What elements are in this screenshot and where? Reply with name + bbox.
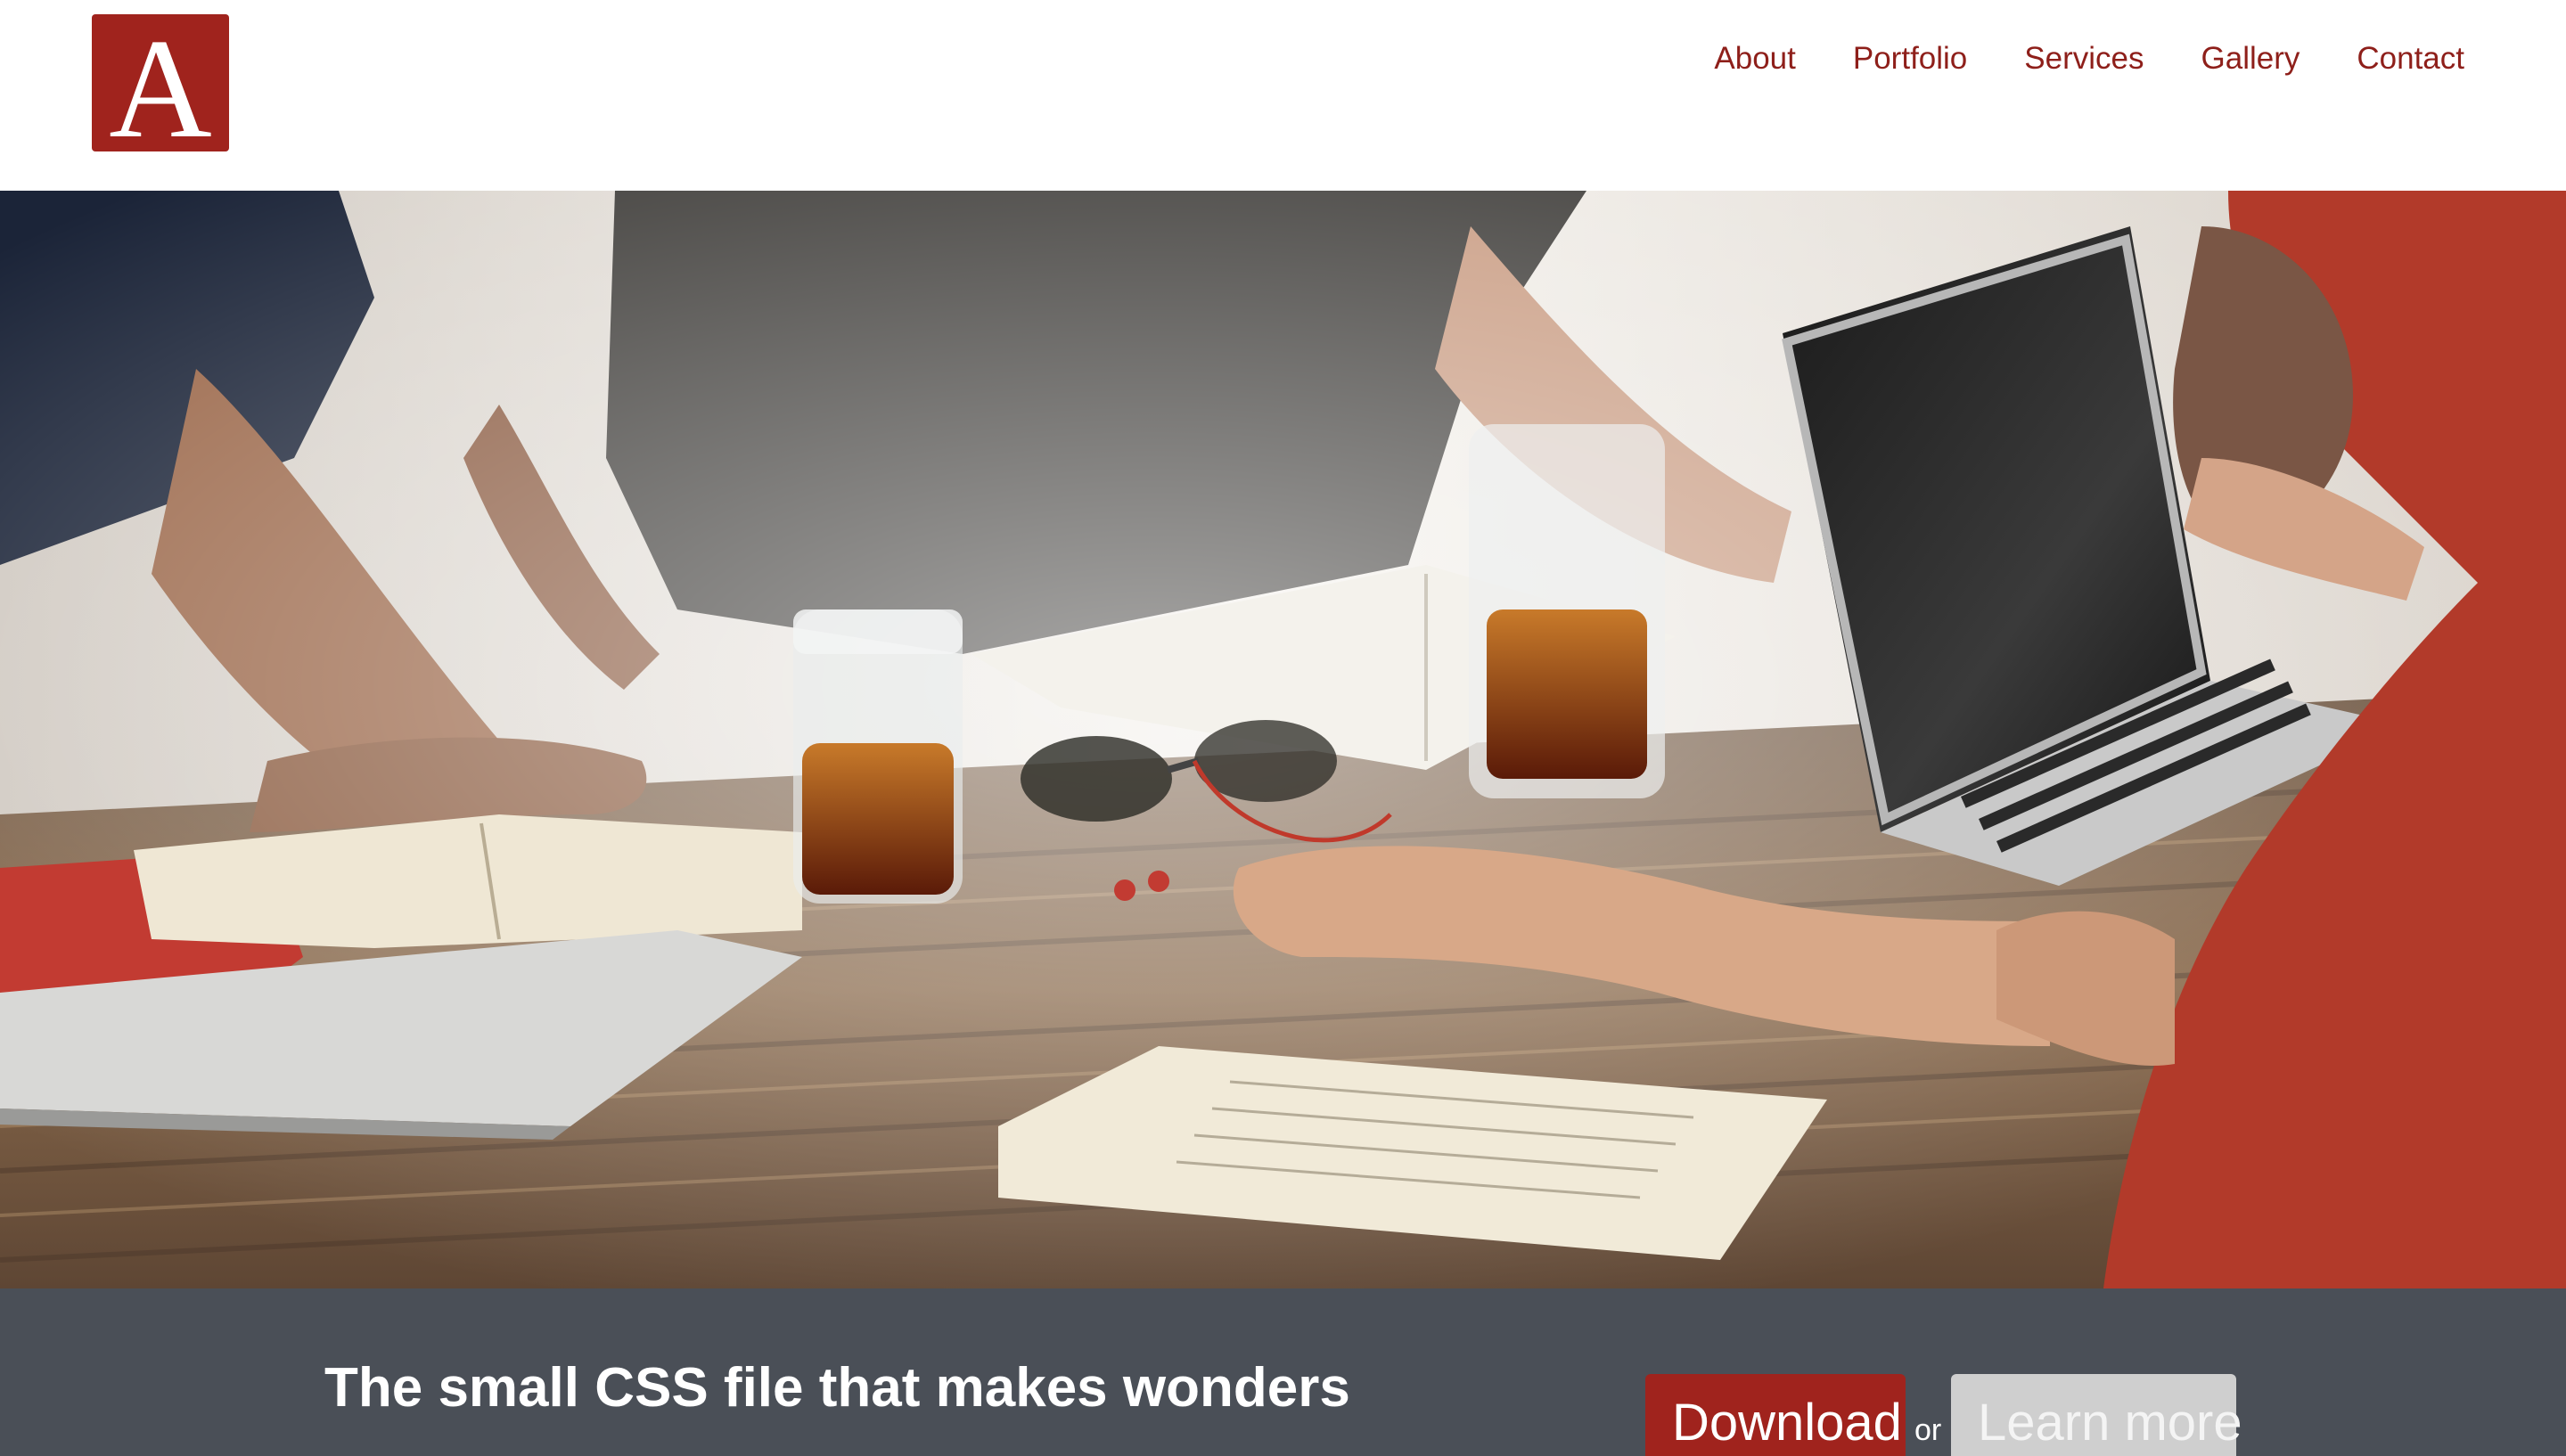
- or-label: or: [1914, 1413, 1942, 1447]
- cta-band: The small CSS file that makes wonders Do…: [0, 1288, 2566, 1456]
- hero-image: [0, 191, 2566, 1288]
- nav-link-about[interactable]: About: [1714, 41, 1795, 77]
- nav-link-services[interactable]: Services: [2024, 41, 2144, 77]
- cta-title: The small CSS file that makes wonders: [324, 1357, 1350, 1419]
- hero-photo-illustration: [0, 191, 2566, 1288]
- nav-link-portfolio[interactable]: Portfolio: [1853, 41, 1967, 77]
- nav-link-gallery[interactable]: Gallery: [2201, 41, 2300, 77]
- nav-link-contact[interactable]: Contact: [2357, 41, 2464, 77]
- main-nav: About Portfolio Services Gallery Contact: [1714, 34, 2464, 84]
- site-logo[interactable]: A: [92, 14, 229, 160]
- download-button[interactable]: Download: [1645, 1374, 1906, 1456]
- logo-letter: A: [109, 9, 212, 168]
- site-header: A About Portfolio Services Gallery Conta…: [0, 0, 2566, 191]
- learn-more-button[interactable]: Learn more: [1951, 1374, 2242, 1456]
- page: A About Portfolio Services Gallery Conta…: [0, 0, 2566, 1456]
